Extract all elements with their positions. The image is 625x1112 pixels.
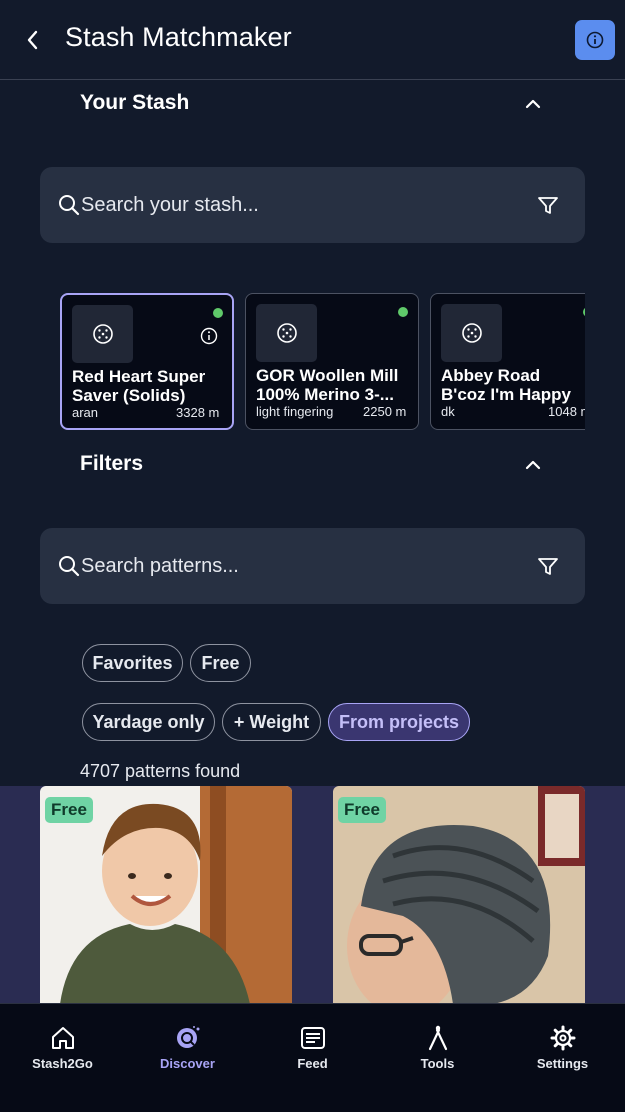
yarn-ball-icon [276,323,297,343]
home-icon [52,1027,74,1049]
yarn-name: GOR Woollen Mill 100% Merino 3-... [256,366,418,404]
chip-from-projects[interactable]: From projects [328,703,470,741]
chip-favorites[interactable]: Favorites [82,644,183,682]
filters-collapse-button[interactable] [520,452,546,478]
results-count: 4707 patterns found [80,761,241,781]
yarn-weight: light fingering [256,404,334,419]
yarn-thumbnail [72,305,133,363]
status-dot [398,307,408,317]
tab-discover[interactable]: Discover [125,1004,250,1112]
gear-icon [550,1025,576,1051]
free-badge: Free [45,797,93,823]
back-button[interactable] [18,24,48,56]
tab-label: Discover [160,1056,215,1071]
pattern-card[interactable]: Free [333,786,585,1004]
tab-label: Stash2Go [32,1056,93,1071]
filters-section-title: Filters [80,452,144,475]
pattern-results-grid: Free Free [0,786,625,1004]
chip-yardage-only[interactable]: Yardage only [82,703,215,741]
yarn-name-line2: 100% Merino 3-... [256,385,394,404]
tab-label: Tools [420,1056,455,1071]
stash-carousel[interactable]: Red Heart Super Saver (Solids) aran 3328… [60,292,585,432]
tab-label: Feed [297,1056,328,1071]
tab-feed[interactable]: Feed [250,1004,375,1112]
filter-icon[interactable] [536,193,560,217]
stash-section-title: Your Stash [80,91,190,114]
stash-card[interactable]: Abbey Road B'coz I'm Happy dk 1048 m [430,293,585,430]
free-badge: Free [338,797,386,823]
search-icon [59,195,80,216]
yarn-name-line1: Abbey Road [441,366,541,385]
pattern-search-input[interactable] [81,546,521,586]
pattern-card[interactable]: Free [40,786,292,1004]
yarn-name: Red Heart Super Saver (Solids) [72,367,232,405]
yarn-thumbnail [256,304,317,362]
app-header: Stash Matchmaker [0,0,625,80]
yarn-name-line2: B'coz I'm Happy [441,385,571,404]
info-icon [586,31,604,49]
chevron-up-icon [525,460,541,470]
chip-free[interactable]: Free [190,644,251,682]
yarn-weight: aran [72,405,99,420]
yarn-length: 1048 m [548,404,585,419]
yarn-weight: dk [441,404,455,419]
stash-card[interactable]: GOR Woollen Mill 100% Merino 3-... light… [245,293,419,430]
status-dot [583,307,585,317]
chevron-up-icon [525,99,541,109]
yarn-name: Abbey Road B'coz I'm Happy [441,366,585,404]
tab-label: Settings [536,1056,589,1071]
pattern-search-box [40,528,585,604]
yarn-length: 2250 m [363,404,407,419]
yarn-length: 3328 m [176,405,220,420]
stash-collapse-button[interactable] [520,91,546,117]
tools-icon [428,1025,448,1051]
tab-tools[interactable]: Tools [375,1004,500,1112]
search-icon [59,556,80,577]
tab-stash2go[interactable]: Stash2Go [0,1004,125,1112]
filter-icon[interactable] [536,554,560,578]
yarn-ball-icon [92,324,113,344]
chevron-left-icon [27,30,38,50]
yarn-name-line1: Red Heart Super [72,367,206,386]
bottom-tab-bar: Stash2Go Discover Feed Tools Settings [0,1003,625,1112]
page-title: Stash Matchmaker [65,22,292,52]
stash-search-box [40,167,585,243]
stash-search-input[interactable] [81,185,521,225]
discover-icon [177,1026,200,1048]
info-icon[interactable] [199,326,219,346]
yarn-thumbnail [441,304,502,362]
chip-weight[interactable]: + Weight [222,703,321,741]
info-button[interactable] [575,20,615,60]
yarn-ball-icon [461,323,482,343]
yarn-name-line1: GOR Woollen Mill [256,366,399,385]
feed-icon [301,1027,325,1049]
yarn-name-line2: Saver (Solids) [72,386,186,405]
status-dot [213,308,223,318]
stash-card[interactable]: Red Heart Super Saver (Solids) aran 3328… [60,293,234,430]
tab-settings[interactable]: Settings [500,1004,625,1112]
